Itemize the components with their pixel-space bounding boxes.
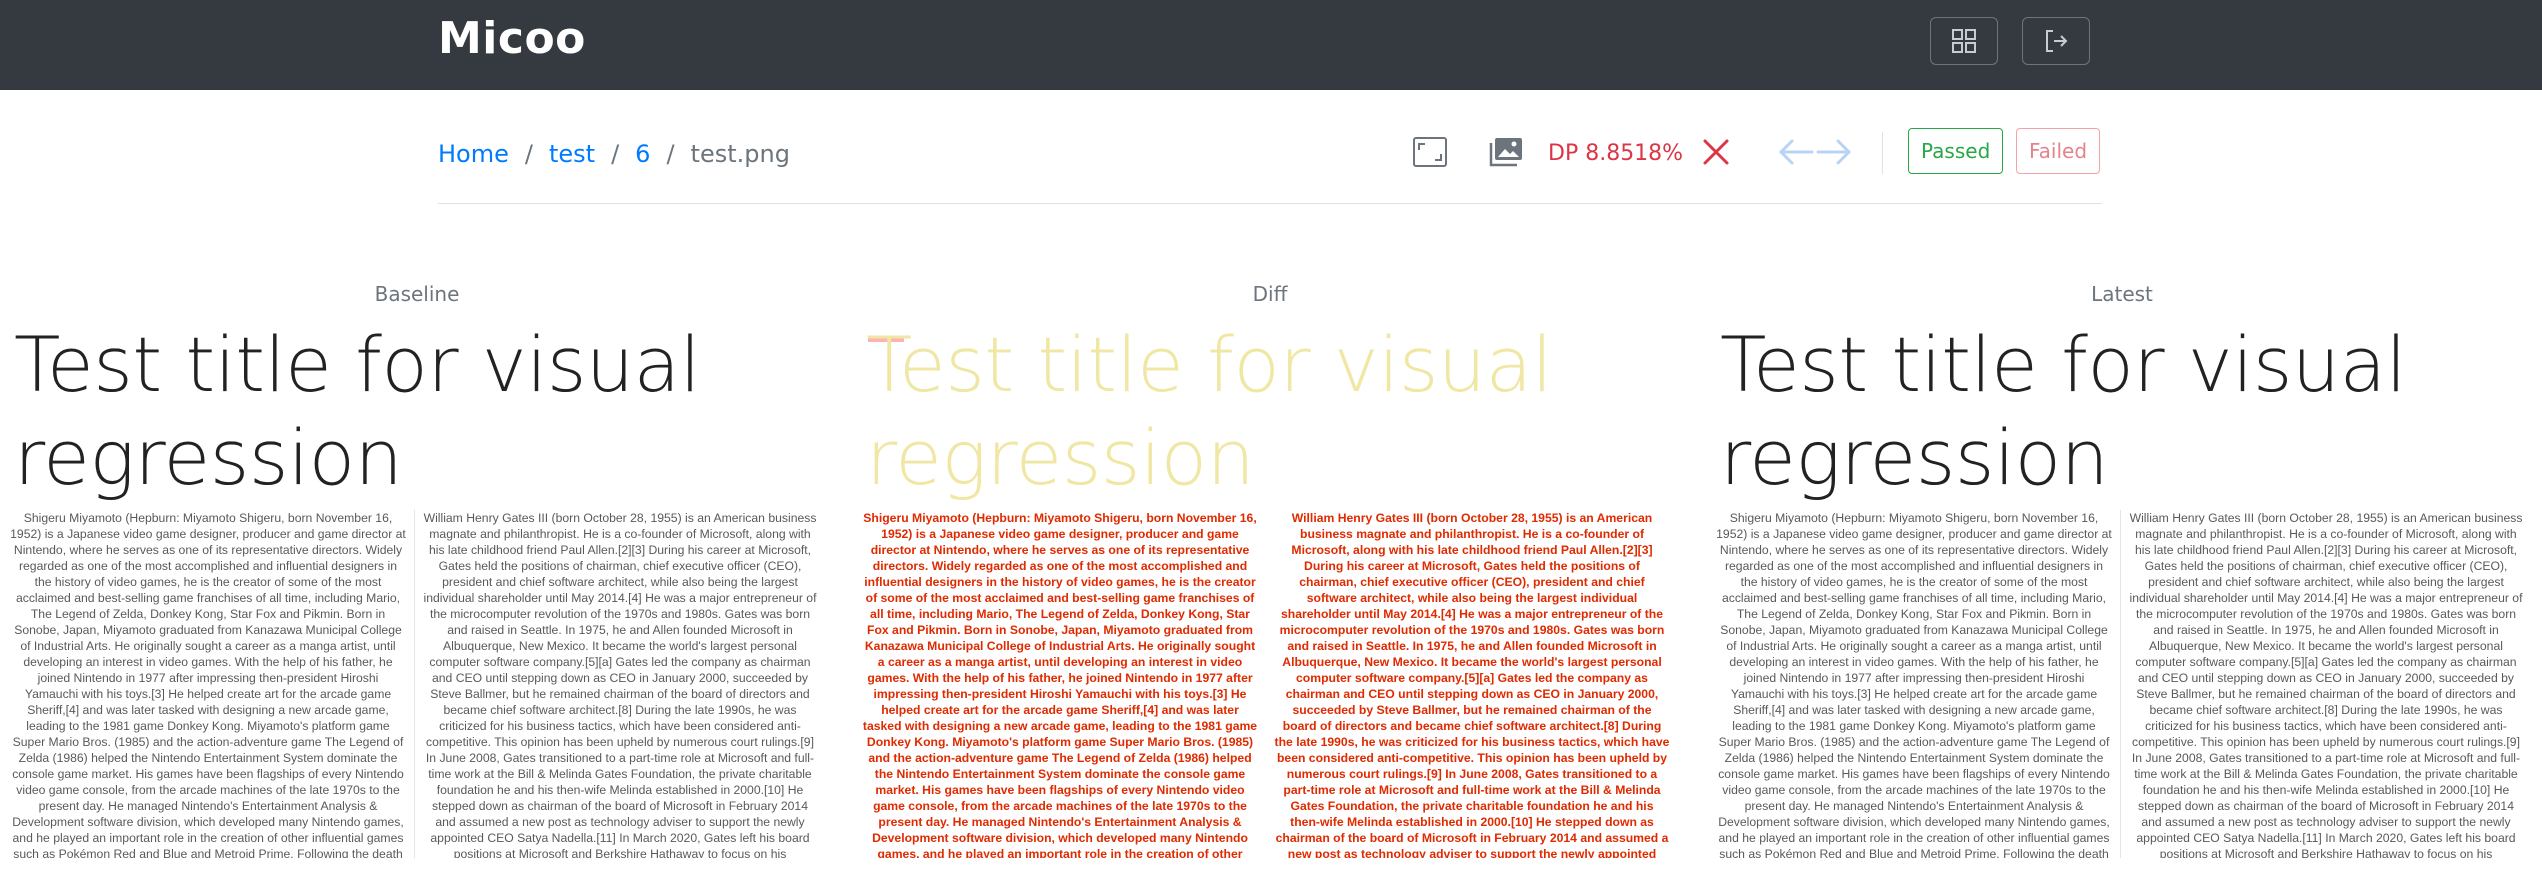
column-divider: [2120, 510, 2121, 858]
breadcrumb-project[interactable]: test: [549, 138, 595, 170]
baseline-image[interactable]: Test title for visual regression Shigeru…: [10, 318, 848, 858]
text-column-left: Shigeru Miyamoto (Hepburn: Miyamoto Shig…: [862, 511, 1258, 858]
breadcrumb-current-file: test.png: [690, 140, 790, 168]
image-toolbar: Home / test / 6 / test.png DP 8.8518% Pa…: [438, 122, 2102, 204]
baseline-label: Baseline: [374, 282, 460, 306]
breadcrumb-separator: /: [524, 140, 533, 168]
brand-logo[interactable]: Micoo: [438, 8, 586, 70]
dashboard-button[interactable]: [1930, 17, 1998, 65]
passed-button[interactable]: Passed: [1908, 128, 2004, 174]
breadcrumb-home[interactable]: Home: [438, 138, 509, 170]
breadcrumb-separator: /: [611, 140, 620, 168]
text-column-right: William Henry Gates III (born October 28…: [2129, 511, 2523, 858]
latest-label: Latest: [2091, 282, 2153, 306]
diff-percentage: DP 8.8518%: [1548, 141, 1684, 166]
diff-image[interactable]: Test title for visual regression Shigeru…: [862, 318, 1700, 858]
page-title: Test title for visual regression: [866, 320, 1553, 502]
logout-button[interactable]: [2022, 17, 2090, 65]
breadcrumb: Home / test / 6 / test.png: [438, 138, 790, 170]
text-column-left: Shigeru Miyamoto (Hepburn: Miyamoto Shig…: [10, 511, 406, 858]
breadcrumb-separator: /: [666, 140, 675, 168]
image-compare-icon: [1489, 137, 1523, 172]
image-compare-button[interactable]: [1484, 134, 1528, 174]
column-divider: [414, 510, 415, 858]
arrow-right-icon: [1816, 138, 1852, 171]
breadcrumb-build[interactable]: 6: [635, 138, 650, 170]
grid-icon: [1951, 28, 1977, 54]
failed-button[interactable]: Failed: [2016, 128, 2101, 174]
toolbar-divider: [1882, 132, 1883, 174]
fullscreen-button[interactable]: [1408, 134, 1452, 174]
next-image-button[interactable]: [1812, 134, 1856, 174]
logout-icon: [2043, 28, 2069, 54]
close-icon: [1701, 137, 1731, 172]
text-column-left: Shigeru Miyamoto (Hepburn: Miyamoto Shig…: [1716, 511, 2112, 858]
diff-label: Diff: [1252, 282, 1288, 306]
arrow-left-icon: [1778, 138, 1814, 171]
top-navbar: Micoo: [0, 0, 2542, 90]
text-column-right: William Henry Gates III (born October 28…: [423, 511, 817, 858]
fullscreen-icon: [1413, 136, 1447, 172]
latest-image[interactable]: Test title for visual regression Shigeru…: [1716, 318, 2542, 858]
text-column-right: William Henry Gates III (born October 28…: [1274, 511, 1670, 858]
page-title: Test title for visual regression: [14, 320, 701, 502]
page-title: Test title for visual regression: [1720, 320, 2407, 502]
close-button[interactable]: [1694, 134, 1738, 174]
